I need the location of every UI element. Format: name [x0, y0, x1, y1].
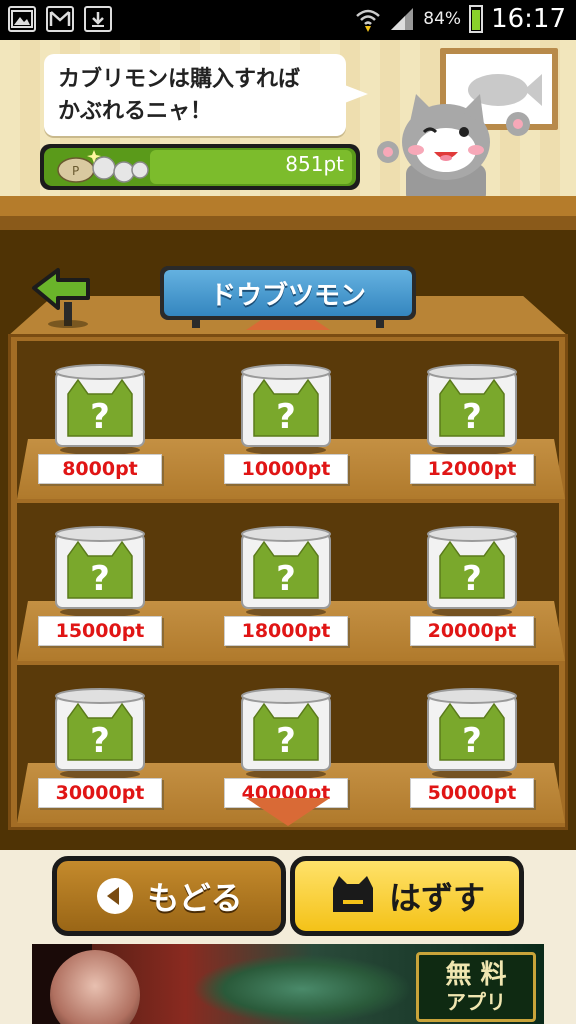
scroll-down-arrow[interactable]	[246, 798, 330, 828]
price-tag: 12000pt	[410, 454, 534, 484]
gmail-icon	[46, 6, 74, 32]
speech-line-1: カブリモンは購入すれば	[58, 67, 301, 92]
price-tag: 50000pt	[410, 778, 534, 808]
ad-free-app-badge[interactable]: 無 料 アプリ	[416, 952, 536, 1022]
status-bar: 84% 16:17	[0, 0, 576, 40]
points-bar: P 851pt	[40, 144, 360, 190]
svg-text:?: ?	[462, 721, 482, 761]
points-value: 851pt	[285, 152, 344, 176]
cat-mascot	[377, 94, 530, 200]
battery-percent: 84%	[423, 9, 462, 29]
shop-item[interactable]: ? 30000pt	[38, 688, 168, 818]
back-arrow-icon[interactable]	[30, 266, 94, 328]
category-sign: ドウブツモン	[160, 266, 416, 320]
svg-text:?: ?	[276, 559, 296, 599]
signal-icon	[391, 8, 414, 30]
price-tag: 20000pt	[410, 616, 534, 646]
coins-icon: P	[57, 150, 149, 183]
price-tag: 30000pt	[38, 778, 162, 808]
mystery-cat-can-icon: ?	[427, 688, 517, 779]
ad-badge-line2: アプリ	[446, 990, 506, 1014]
shop-item[interactable]: ? 20000pt	[410, 526, 540, 656]
svg-text:?: ?	[276, 721, 296, 761]
mystery-cat-can-icon: ?	[55, 688, 145, 779]
mystery-cat-can-icon: ?	[241, 526, 331, 617]
price-tag: 8000pt	[38, 454, 162, 484]
svg-text:?: ?	[462, 559, 482, 599]
price-tag: 18000pt	[224, 616, 348, 646]
back-button-label: もどる	[147, 879, 243, 917]
mystery-cat-can-icon: ?	[55, 364, 145, 455]
wifi-icon	[356, 9, 381, 32]
ad-badge-line1: 無 料	[445, 960, 507, 990]
gallery-icon	[8, 6, 36, 32]
shop-item[interactable]: ? 50000pt	[410, 688, 540, 818]
price-label: 10000pt	[241, 458, 331, 480]
price-label: 12000pt	[427, 458, 517, 480]
back-button[interactable]: もどる	[52, 856, 286, 936]
battery-icon	[469, 5, 484, 33]
price-label: 8000pt	[62, 458, 138, 480]
shop-item[interactable]: ? 8000pt	[38, 364, 168, 494]
category-title: ドウブツモン	[209, 280, 366, 311]
price-label: 18000pt	[241, 620, 331, 642]
shop-item[interactable]: ? 15000pt	[38, 526, 168, 656]
system-icons: 84% 16:17	[355, 4, 566, 34]
shop-item[interactable]: ? 18000pt	[224, 526, 354, 656]
mystery-cat-can-icon: ?	[241, 688, 331, 779]
remove-button[interactable]: はずす	[290, 856, 524, 936]
price-label: 30000pt	[55, 782, 145, 804]
price-tag: 15000pt	[38, 616, 162, 646]
speech-line-2: かぶれるニャ！	[58, 99, 213, 124]
svg-text:?: ?	[90, 397, 110, 437]
svg-text:?: ?	[90, 559, 110, 599]
notification-icons	[8, 6, 112, 32]
price-label: 50000pt	[427, 782, 517, 804]
ad-ornament-image	[192, 954, 412, 1024]
svg-text:P: P	[72, 164, 79, 178]
mystery-cat-can-icon: ?	[241, 364, 331, 455]
price-label: 20000pt	[427, 620, 517, 642]
ad-banner[interactable]: 無 料 アプリ	[32, 944, 544, 1024]
mystery-cat-can-icon: ?	[55, 526, 145, 617]
remove-button-label: はずす	[388, 879, 485, 917]
svg-text:?: ?	[90, 721, 110, 761]
header-area: カブリモンは購入すれば かぶれるニャ！ P 851pt	[0, 40, 576, 200]
download-icon	[84, 6, 112, 32]
svg-text:?: ?	[462, 397, 482, 437]
mystery-cat-can-icon: ?	[427, 364, 517, 455]
status-clock: 16:17	[491, 4, 566, 34]
ad-character-image	[50, 950, 140, 1024]
price-label: 15000pt	[55, 620, 145, 642]
price-tag: 10000pt	[224, 454, 348, 484]
shop-item[interactable]: ? 12000pt	[410, 364, 540, 494]
back-circle-icon	[97, 878, 134, 914]
speech-bubble: カブリモンは購入すれば かぶれるニャ！	[44, 54, 368, 136]
mystery-cat-can-icon: ?	[427, 526, 517, 617]
svg-text:?: ?	[276, 397, 296, 437]
shop-item[interactable]: ? 10000pt	[224, 364, 354, 494]
cat-head-icon	[332, 876, 373, 912]
